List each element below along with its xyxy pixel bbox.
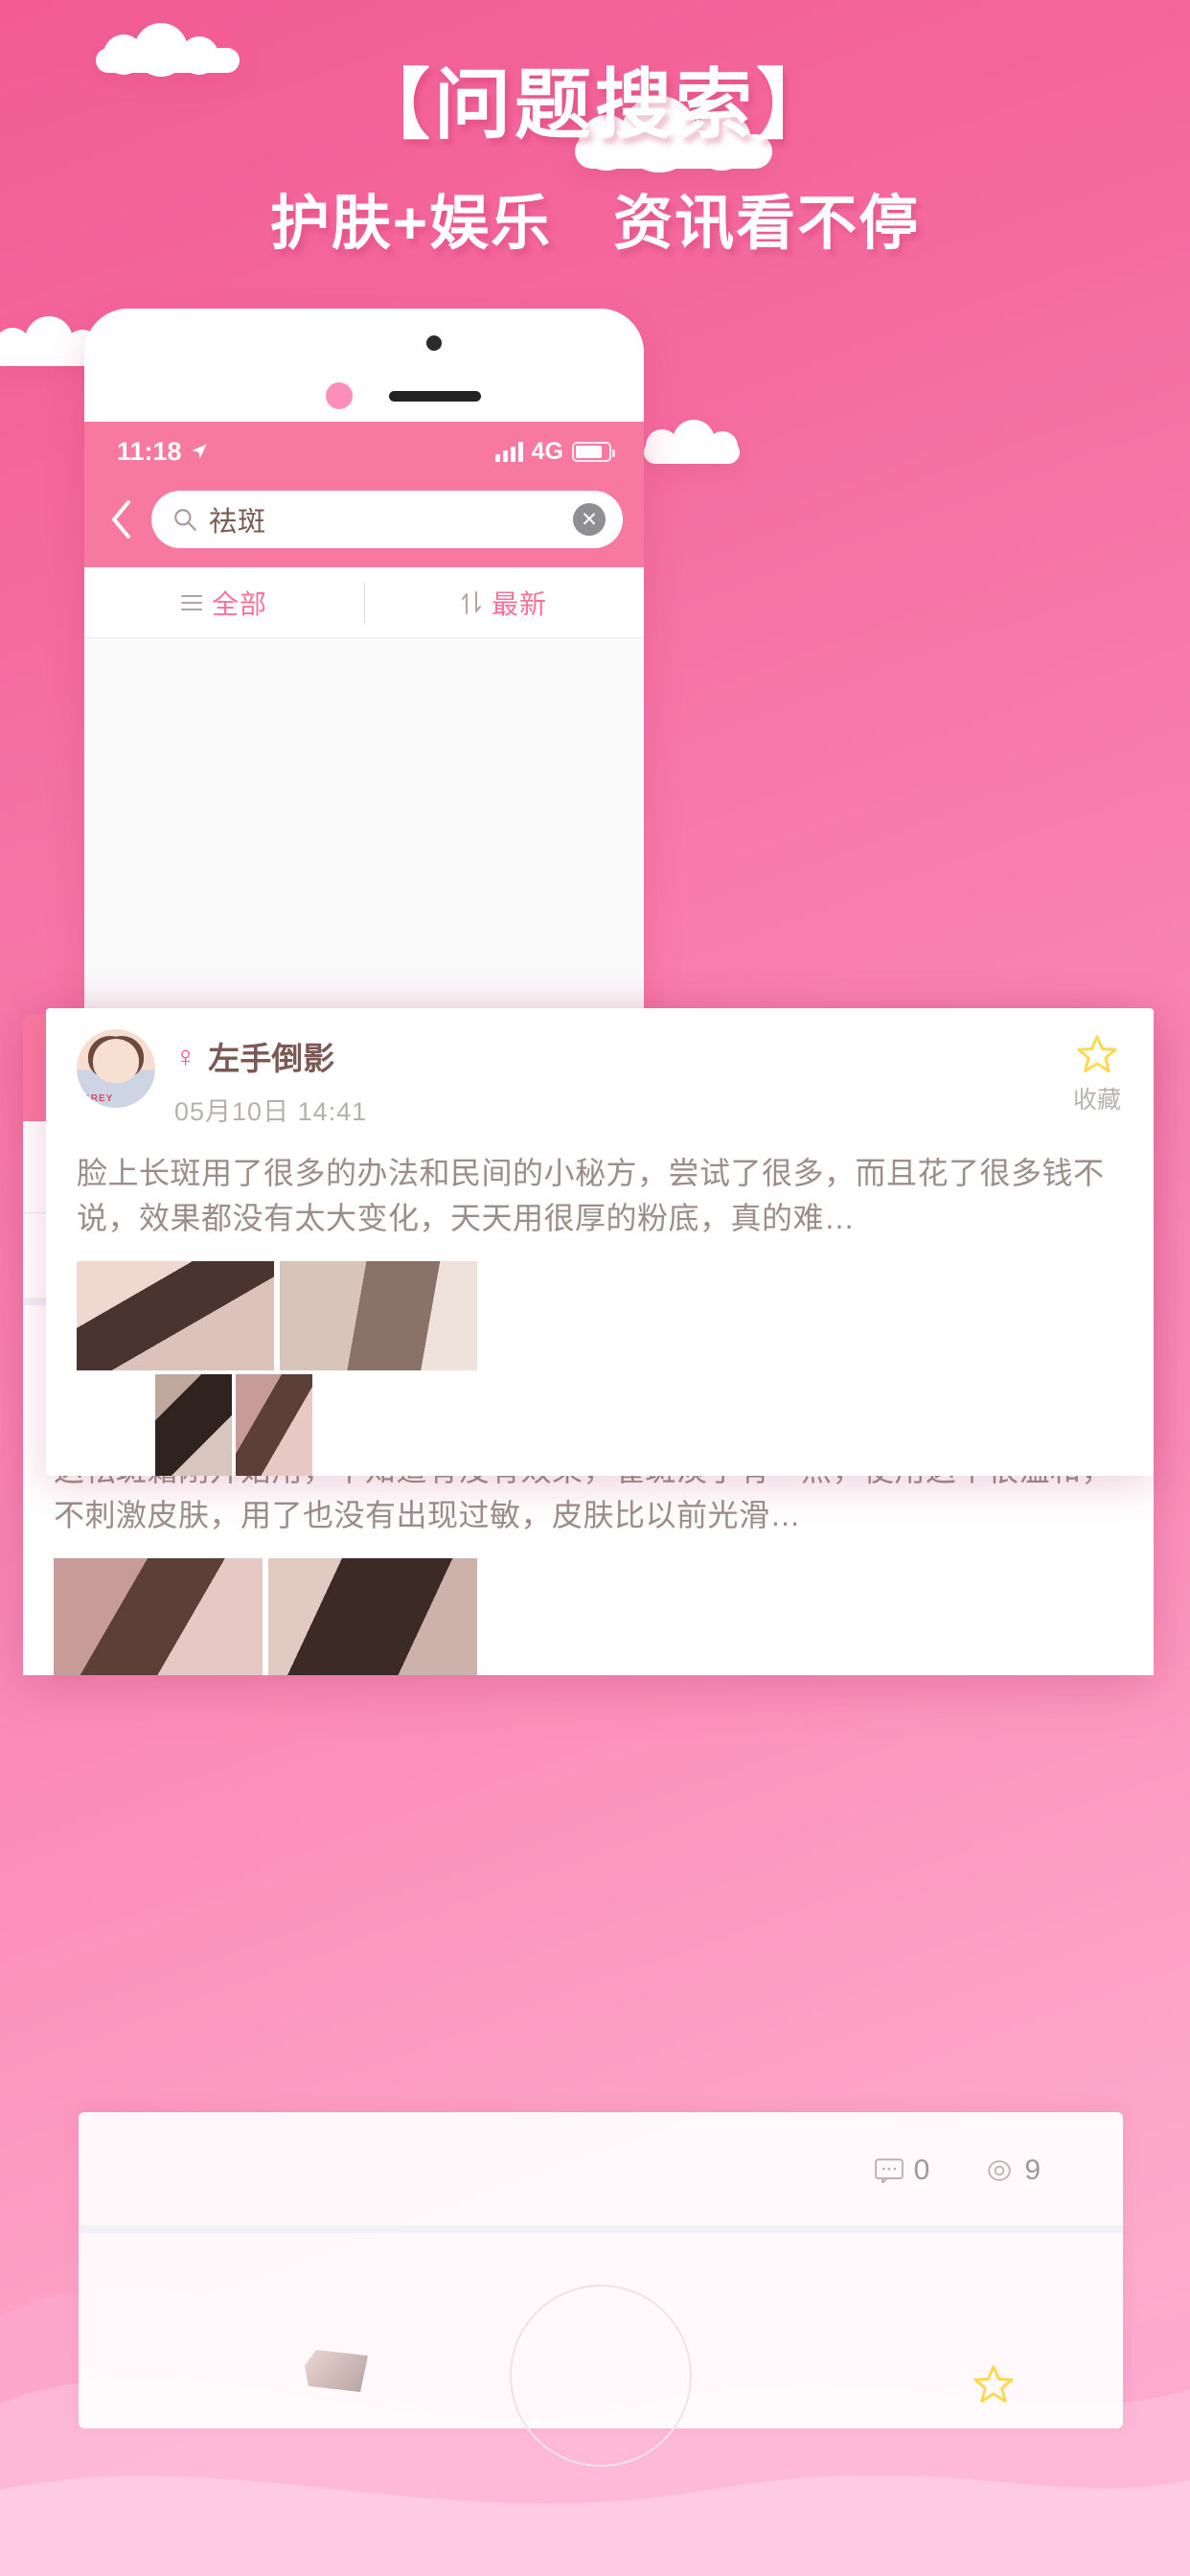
status-bar-left: 11:18	[117, 437, 209, 467]
view-stat: 9	[985, 2154, 1041, 2187]
search-value: 祛斑	[209, 507, 267, 538]
eye-icon	[988, 2160, 1012, 2181]
speaker-grille	[389, 391, 481, 402]
post-image-list	[77, 1260, 1123, 1370]
post-image-list	[54, 1557, 1123, 1675]
back-button[interactable]	[105, 496, 138, 542]
signal-bars-icon	[494, 441, 523, 462]
clear-search-button[interactable]: ✕	[573, 503, 606, 536]
post-image[interactable]	[280, 1260, 477, 1370]
female-icon: ♀	[174, 1039, 197, 1073]
post-image[interactable]	[77, 1260, 274, 1370]
tab-divider	[364, 583, 365, 623]
battery-icon	[572, 441, 615, 462]
tab-newest-label: 最新	[491, 588, 547, 619]
post-meta: ♀ 左手倒影 05月10日 14:41	[174, 1029, 1123, 1128]
camera-dot-icon	[426, 335, 442, 351]
status-time: 11:18	[117, 436, 182, 466]
comment-count: 0	[913, 2154, 930, 2186]
post-image[interactable]	[236, 1373, 312, 1476]
comment-icon	[874, 2158, 904, 2183]
tab-newest[interactable]: 最新	[364, 584, 644, 622]
post-image[interactable]	[54, 1557, 263, 1675]
sort-icon	[461, 590, 481, 614]
partial-avatar	[305, 2350, 368, 2392]
bottom-stats-row: 0 9	[79, 2112, 1123, 2187]
phone-search-bar: 祛斑 ✕	[84, 481, 644, 567]
view-count: 9	[1024, 2154, 1041, 2186]
favorite-button[interactable]: 收藏	[1073, 1033, 1121, 1116]
post-date: 05月10日 14:41	[174, 1097, 368, 1126]
post-image[interactable]	[268, 1557, 477, 1675]
tab-all-label: 全部	[211, 588, 267, 619]
star-icon	[1077, 1035, 1117, 1073]
home-indicator-circle	[510, 2285, 692, 2467]
back-chevron-icon	[112, 500, 130, 539]
post-text: 脸上长斑用了很多的办法和民间的小秘方，尝试了很多，而且花了很多钱不说，效果都没有…	[77, 1156, 1105, 1236]
section-separator	[79, 2225, 1123, 2233]
background-results-sheet: 0 9	[79, 2112, 1123, 2467]
page-subtitle: 护肤+娱乐 资讯看不停	[269, 191, 921, 257]
search-input[interactable]: 祛斑 ✕	[151, 491, 623, 548]
phone-filter-tabs: 全部 最新	[84, 567, 644, 638]
hero-text-block: 【问题搜索】 护肤+娱乐 资讯看不停	[0, 58, 1190, 261]
search-icon	[174, 509, 196, 531]
post-author[interactable]: ♀ 左手倒影	[174, 1033, 1123, 1079]
status-bar-right: 4G	[494, 437, 615, 466]
post-image[interactable]	[155, 1373, 232, 1476]
comment-stat: 0	[874, 2154, 930, 2187]
post-image-grid	[155, 1373, 1123, 1476]
list-icon	[180, 594, 202, 610]
post-card[interactable]: ♀ 左手倒影 05月10日 14:41 收藏 脸上长斑用了很多的办法和民间的小秘…	[46, 1008, 1154, 1476]
page-title: 【问题搜索】	[354, 62, 836, 148]
avatar[interactable]	[77, 1029, 155, 1108]
status-bar: 11:18 4G	[84, 422, 644, 481]
star-icon[interactable]	[972, 2363, 1016, 2405]
network-type: 4G	[531, 437, 563, 465]
author-name: 左手倒影	[208, 1041, 335, 1076]
front-camera-icon	[326, 382, 353, 409]
favorite-label: 收藏	[1072, 1087, 1121, 1114]
phone-notch	[84, 309, 644, 422]
location-arrow-icon	[192, 444, 207, 459]
post-header: ♀ 左手倒影 05月10日 14:41 收藏	[77, 1029, 1123, 1128]
tab-all[interactable]: 全部	[84, 584, 364, 622]
